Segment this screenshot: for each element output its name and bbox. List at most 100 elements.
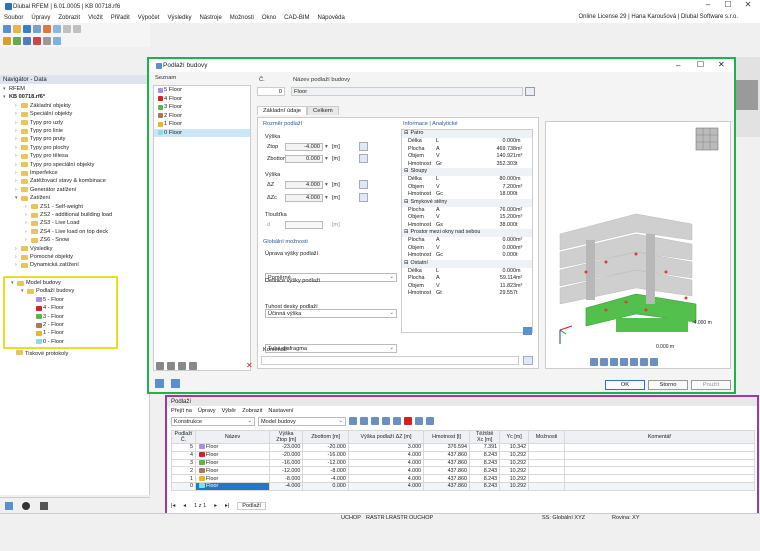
table-cell[interactable]: -23.000 [268, 443, 304, 452]
tree-load-case[interactable]: › ZS1 - Self-weight [3, 202, 149, 210]
tree-load-case[interactable]: › ZS4 - Live load on top deck [3, 228, 149, 236]
table-cell[interactable]: 4.000 [347, 458, 425, 468]
edit-name-icon[interactable] [525, 87, 535, 96]
calculate-icon[interactable] [43, 25, 51, 33]
def-select[interactable]: Účinná výška [265, 309, 397, 318]
menu-soubor[interactable]: Soubor [0, 15, 27, 21]
menu-upravy[interactable]: Úpravy [27, 15, 54, 21]
info-group-header[interactable]: ⊟ Prostor mezi okny nad sebou [402, 229, 532, 237]
table-row[interactable]: 5 Floor -23.000 -20.000 3.000 376.594 7.391 10.… [171, 443, 755, 452]
table-cell[interactable] [528, 443, 565, 452]
tree-load-case[interactable]: › ZS6 - Snow [3, 236, 149, 244]
prev-page-icon[interactable]: ◂ [183, 503, 186, 509]
print-icon[interactable] [33, 25, 41, 33]
import-icon[interactable] [393, 417, 401, 425]
pick-icon[interactable] [359, 154, 368, 163]
first-page-icon[interactable]: |◂ [171, 503, 175, 509]
view-y-icon[interactable] [620, 358, 628, 366]
spin-icon[interactable]: ▾ [325, 182, 328, 188]
tree-item[interactable]: › Typy pro linie [3, 127, 149, 135]
table-row[interactable]: 3 Floor -16.000 -12.000 4.000 437.860 8.243 10.… [171, 458, 755, 468]
script-icon[interactable] [171, 379, 180, 388]
list-item[interactable]: 5 Floor [154, 86, 250, 95]
last-page-icon[interactable]: ▸| [225, 503, 229, 509]
tree-item[interactable]: › Typy pro tělesa [3, 152, 149, 160]
pick-icon[interactable] [359, 142, 368, 151]
tree-item[interactable]: › Speciální objekty [3, 110, 149, 118]
save-icon[interactable] [23, 25, 31, 33]
table-cell[interactable]: 7.391 [469, 443, 501, 452]
undo-icon[interactable] [63, 25, 71, 33]
list-item[interactable]: 4 Floor [154, 95, 250, 104]
table-cell[interactable]: -8.000 [302, 466, 349, 476]
table-cell[interactable]: 4.000 [347, 450, 425, 460]
apply-button[interactable]: Použít [691, 380, 731, 390]
display-tab-icon[interactable] [22, 502, 30, 510]
menu-edit[interactable]: Úpravy [198, 408, 216, 414]
excel-icon[interactable] [415, 417, 423, 425]
table-cell[interactable]: 10.292 [499, 450, 530, 460]
z-bottom-input[interactable]: 0.000 [285, 155, 323, 163]
view-icon[interactable] [590, 358, 598, 366]
tree-floor[interactable]: 4 - Floor [11, 304, 116, 312]
list-item[interactable]: 2 Floor [154, 112, 250, 121]
table-cell[interactable]: 3.000 [347, 443, 425, 452]
info-export-icon[interactable] [523, 327, 532, 335]
menu-vysledky[interactable]: Výsledky [163, 15, 195, 21]
number-field[interactable]: 0 [257, 87, 285, 96]
view-icon[interactable] [53, 25, 61, 33]
pick-icon[interactable] [359, 180, 368, 189]
table-cell[interactable]: 8.243 [469, 481, 501, 491]
redo-icon[interactable] [73, 25, 81, 33]
tree-load-case[interactable]: › ZS2 - additional building load [3, 211, 149, 219]
comment-edit-icon[interactable] [523, 356, 533, 365]
data-tab-icon[interactable] [5, 502, 13, 510]
table-row[interactable]: 4 Floor -20.000 -16.000 4.000 437.860 8.243 10.… [171, 450, 755, 460]
comment-field[interactable] [261, 356, 519, 365]
display-icon[interactable] [650, 358, 658, 366]
tree-item[interactable]: › Dynamická zatížení [3, 261, 149, 269]
table-cell[interactable]: 437.860 [423, 481, 471, 491]
table-cell[interactable]: 437.860 [423, 474, 471, 483]
table-cell[interactable]: 8.243 [469, 450, 501, 460]
table-cell[interactable] [528, 458, 565, 468]
views-tab-icon[interactable] [40, 502, 48, 510]
snap-toggle[interactable]: UCHOP [341, 515, 361, 521]
collapse-icon[interactable]: ⊟ [404, 168, 409, 176]
next-page-icon[interactable]: ▸ [214, 503, 217, 509]
menu-nastroje[interactable]: Nástroje [195, 15, 225, 21]
table-cell[interactable] [564, 450, 755, 460]
thickness-input[interactable] [285, 221, 323, 229]
table-cell[interactable]: 0 [171, 481, 196, 491]
table-cell[interactable]: -4.000 [268, 481, 304, 491]
tree-item[interactable]: › Typy pro plochy [3, 144, 149, 152]
table-cell[interactable]: 2 [171, 466, 196, 476]
table-row[interactable]: 0 Floor -4.000 0.000 4.000 437.860 8.243 10.292 [171, 481, 755, 491]
tree-load-case[interactable]: › ZS3 - Live Load [3, 219, 149, 227]
table-cell[interactable]: Floor [195, 450, 270, 460]
maximize-icon[interactable]: ☐ [718, 0, 738, 9]
menu-napoveda[interactable]: Nápověda [314, 15, 349, 21]
table-cell[interactable]: 4.000 [347, 466, 425, 476]
open-folder-icon[interactable] [13, 25, 21, 33]
surface-icon[interactable] [43, 37, 51, 45]
tree-floor[interactable]: 1 - Floor [11, 329, 116, 337]
table-cell[interactable]: -12.000 [268, 466, 304, 476]
table-cell[interactable]: Floor [195, 474, 270, 483]
table-cell[interactable]: 376.594 [423, 443, 471, 452]
table-cell[interactable]: 10.292 [499, 458, 530, 468]
object-snap-toggle[interactable]: OUCHOP [409, 515, 433, 521]
tree-root[interactable]: ▾ RFEM [3, 85, 149, 93]
tree-floors-group[interactable]: ▾ Podlaží budovy [11, 287, 116, 295]
table-cell[interactable] [564, 474, 755, 483]
table-cell[interactable]: -20.000 [302, 443, 349, 452]
tree-item[interactable]: › Zatěžovací stavy & kombinace [3, 177, 149, 185]
table-cell[interactable]: 4 [171, 450, 196, 460]
menu-vypocet[interactable]: Výpočet [134, 15, 164, 21]
tree-item[interactable]: › Typy pro pruty [3, 135, 149, 143]
line-icon[interactable] [23, 37, 31, 45]
table-cell[interactable] [564, 466, 755, 476]
dialog-minimize-icon[interactable]: – [676, 61, 680, 70]
tree-item[interactable]: › Imperfekce [3, 169, 149, 177]
table-cell[interactable]: 10.292 [499, 474, 530, 483]
